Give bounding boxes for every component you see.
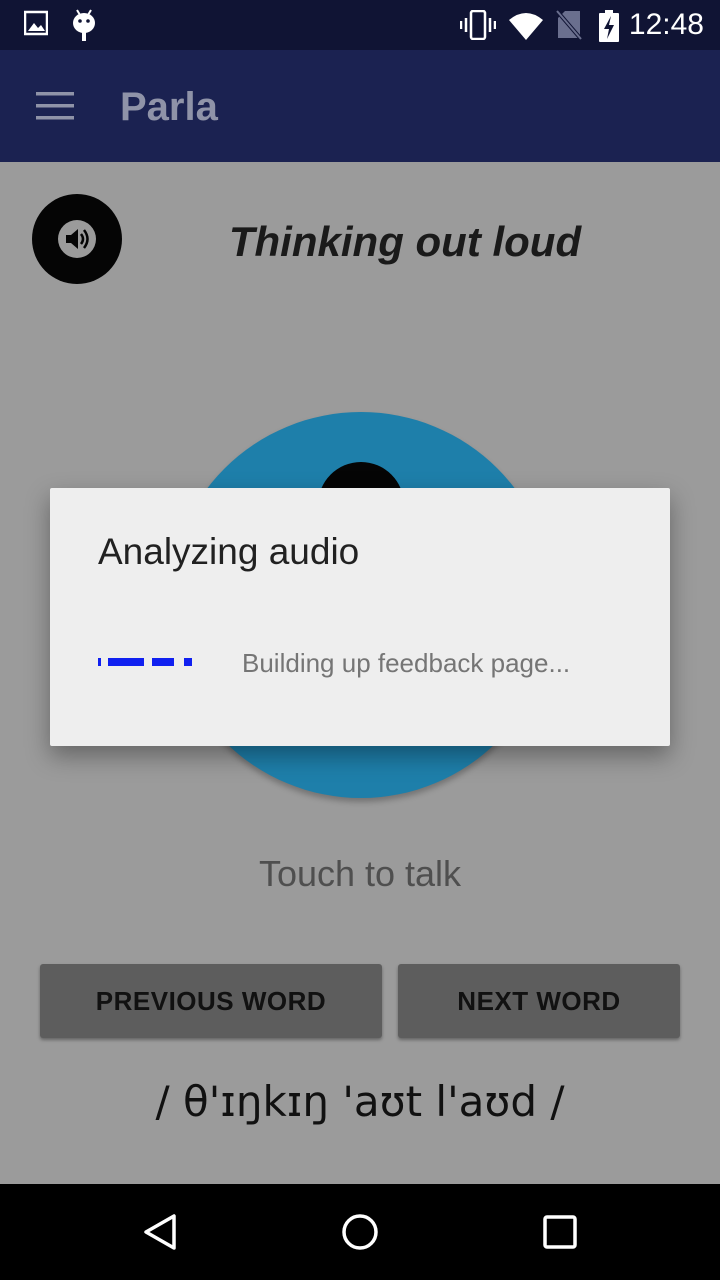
home-icon[interactable] — [340, 1212, 380, 1257]
status-bar: 12:48 — [0, 0, 720, 50]
app-title: Parla — [120, 85, 218, 129]
recents-icon[interactable] — [542, 1214, 578, 1255]
vibrate-icon — [459, 9, 497, 45]
progress-indicator — [98, 658, 194, 666]
back-icon[interactable] — [140, 1212, 180, 1257]
status-time: 12:48 — [628, 8, 704, 41]
wifi-icon — [508, 12, 544, 45]
dialog-message: Building up feedback page... — [242, 648, 571, 678]
previous-word-button[interactable]: PREVIOUS WORD — [40, 964, 382, 1038]
app-bar: Parla — [0, 50, 720, 162]
android-debug-icon — [72, 8, 96, 47]
speaker-icon — [58, 220, 96, 258]
phonetic-transcription: / θ'ɪŋkɪŋ 'aʊt l'aʊd / — [155, 1077, 565, 1126]
navigation-bar — [0, 1184, 720, 1280]
analyzing-dialog: Analyzing audio Building up feedback pag… — [50, 488, 670, 746]
touch-to-talk-label: Touch to talk — [258, 853, 462, 894]
next-word-button[interactable]: NEXT WORD — [398, 964, 680, 1038]
phrase-text: Thinking out loud — [228, 218, 582, 265]
image-icon — [23, 10, 49, 41]
play-audio-button[interactable] — [32, 194, 122, 284]
dialog-title: Analyzing audio — [98, 531, 360, 572]
battery-charging-icon — [598, 10, 620, 47]
no-sim-icon — [555, 9, 583, 45]
menu-icon[interactable] — [36, 90, 76, 122]
